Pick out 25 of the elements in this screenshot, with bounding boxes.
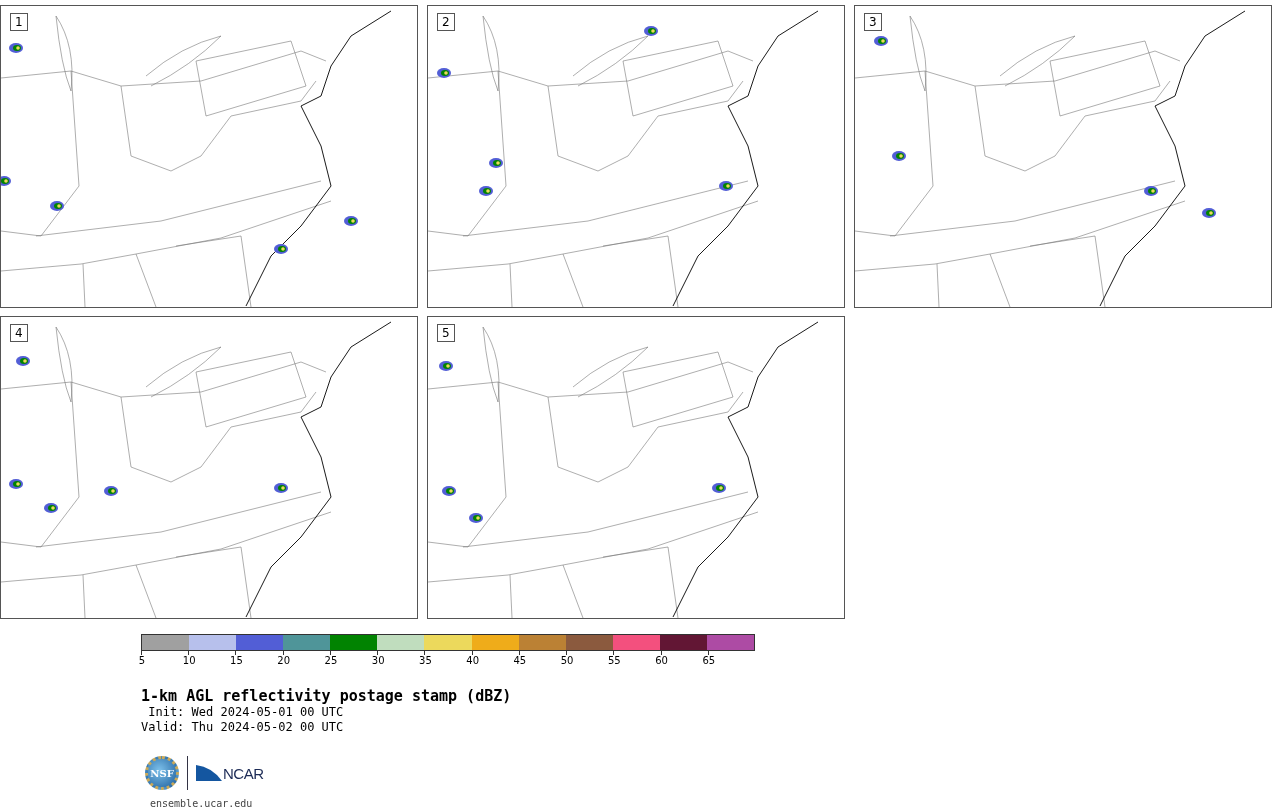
tick-label: 40 bbox=[466, 655, 479, 666]
chart-title: 1-km AGL reflectivity postage stamp (dBZ) bbox=[141, 687, 513, 705]
valid-time: Valid: Thu 2024-05-02 00 UTC bbox=[141, 720, 345, 735]
panel-label: 1 bbox=[10, 13, 28, 31]
tick-label: 55 bbox=[608, 655, 621, 666]
panel-label: 2 bbox=[437, 13, 455, 31]
tick-label: 25 bbox=[324, 655, 338, 666]
swoosh-icon bbox=[196, 763, 222, 783]
tick-label: 30 bbox=[371, 655, 385, 666]
tick-label: 50 bbox=[560, 655, 574, 666]
init-time: Init: Wed 2024-05-01 00 UTC bbox=[147, 705, 345, 720]
tick-label: 5 bbox=[138, 655, 146, 666]
panel-label: 3 bbox=[864, 13, 882, 31]
panel-label: 4 bbox=[10, 324, 28, 342]
tick-label: 35 bbox=[419, 655, 432, 666]
wordmark-logo: NCAR bbox=[223, 764, 264, 782]
tick-label: 10 bbox=[182, 655, 196, 666]
tick-label: 15 bbox=[230, 655, 243, 666]
tick-label: 65 bbox=[702, 655, 716, 666]
tick-label: 45 bbox=[513, 655, 527, 666]
tick-label: 20 bbox=[277, 655, 291, 666]
website-url: ensemble.ucar.edu bbox=[149, 798, 254, 809]
tick-label: 60 bbox=[655, 655, 668, 666]
seal-logo: NSF bbox=[145, 756, 179, 790]
panel-label: 5 bbox=[437, 324, 455, 342]
